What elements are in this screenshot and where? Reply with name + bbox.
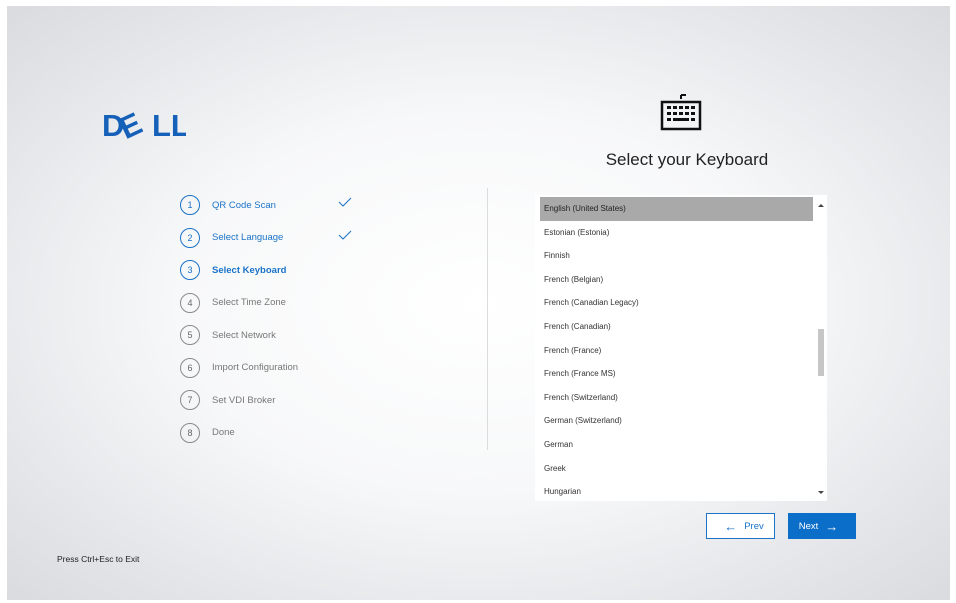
list-item[interactable]: Finnish: [540, 244, 813, 268]
list-scrollbar[interactable]: [816, 195, 827, 501]
step-select-network: 5 Select Network: [180, 324, 380, 346]
step-number: 6: [180, 357, 200, 378]
scroll-up-arrow-icon[interactable]: [818, 204, 824, 207]
list-item[interactable]: Hungarian: [540, 480, 813, 501]
list-item[interactable]: French (Canadian Legacy): [540, 291, 813, 315]
step-label: QR Code Scan: [212, 199, 276, 211]
list-item[interactable]: English (United States): [540, 197, 813, 221]
list-item[interactable]: French (Belgian): [540, 268, 813, 292]
list-item[interactable]: French (Canadian): [540, 315, 813, 339]
step-label: Select Language: [212, 232, 284, 243]
vertical-divider: [487, 188, 488, 450]
step-number: 1: [180, 195, 200, 215]
exit-hint: Press Ctrl+Esc to Exit: [57, 554, 140, 564]
step-select-language: 2 Select Language: [180, 227, 380, 249]
prev-button-label: Prev: [744, 520, 764, 532]
step-set-vdi-broker: 7 Set VDI Broker: [180, 389, 380, 411]
step-label: Done: [212, 427, 235, 438]
step-qr-code-scan: 1 QR Code Scan: [180, 194, 380, 216]
step-label: Select Keyboard: [212, 264, 287, 276]
scrollbar-thumb[interactable]: [818, 329, 824, 376]
prev-button[interactable]: ← Prev: [706, 513, 775, 539]
step-number: 4: [180, 292, 200, 313]
list-item[interactable]: French (France MS): [540, 362, 813, 386]
keyboard-list-items: English (United States) Estonian (Estoni…: [540, 197, 813, 501]
step-select-keyboard: 3 Select Keyboard: [180, 259, 380, 281]
step-number: 5: [180, 325, 200, 345]
keyboard-list[interactable]: English (United States) Estonian (Estoni…: [535, 195, 827, 501]
step-import-configuration: 6 Import Configuration: [180, 357, 380, 379]
setup-wizard-window: D E LL Select your Keyboard 1 QR Code Sc…: [7, 6, 950, 600]
list-item[interactable]: Estonian (Estonia): [540, 221, 813, 245]
checkmark-icon: [338, 197, 352, 207]
step-label: Set VDI Broker: [212, 394, 276, 406]
next-button-label: Next: [798, 520, 819, 532]
svg-text:LL: LL: [152, 108, 186, 143]
step-number: 3: [180, 260, 200, 280]
list-item[interactable]: German (Switzerland): [540, 409, 813, 433]
next-button[interactable]: Next →: [788, 513, 856, 539]
arrow-left-icon: ←: [724, 518, 738, 534]
page-title: Select your Keyboard: [605, 150, 769, 169]
step-number: 2: [180, 227, 200, 248]
step-number: 7: [180, 390, 200, 410]
scroll-down-arrow-icon[interactable]: [818, 491, 824, 494]
step-label: Select Time Zone: [212, 297, 286, 308]
list-item[interactable]: French (France): [540, 339, 813, 363]
list-item[interactable]: German: [540, 433, 813, 457]
step-number: 8: [180, 422, 200, 443]
list-item[interactable]: French (Switzerland): [540, 386, 813, 410]
step-done: 8 Done: [180, 422, 380, 444]
step-label: Select Network: [212, 329, 276, 341]
dell-logo: D E LL: [102, 105, 186, 145]
list-item[interactable]: Greek: [540, 457, 813, 481]
arrow-right-icon: →: [825, 518, 839, 534]
keyboard-icon: [660, 94, 702, 131]
step-select-time-zone: 4 Select Time Zone: [180, 292, 380, 314]
step-label: Import Configuration: [212, 362, 299, 373]
checkmark-icon: [338, 230, 352, 240]
